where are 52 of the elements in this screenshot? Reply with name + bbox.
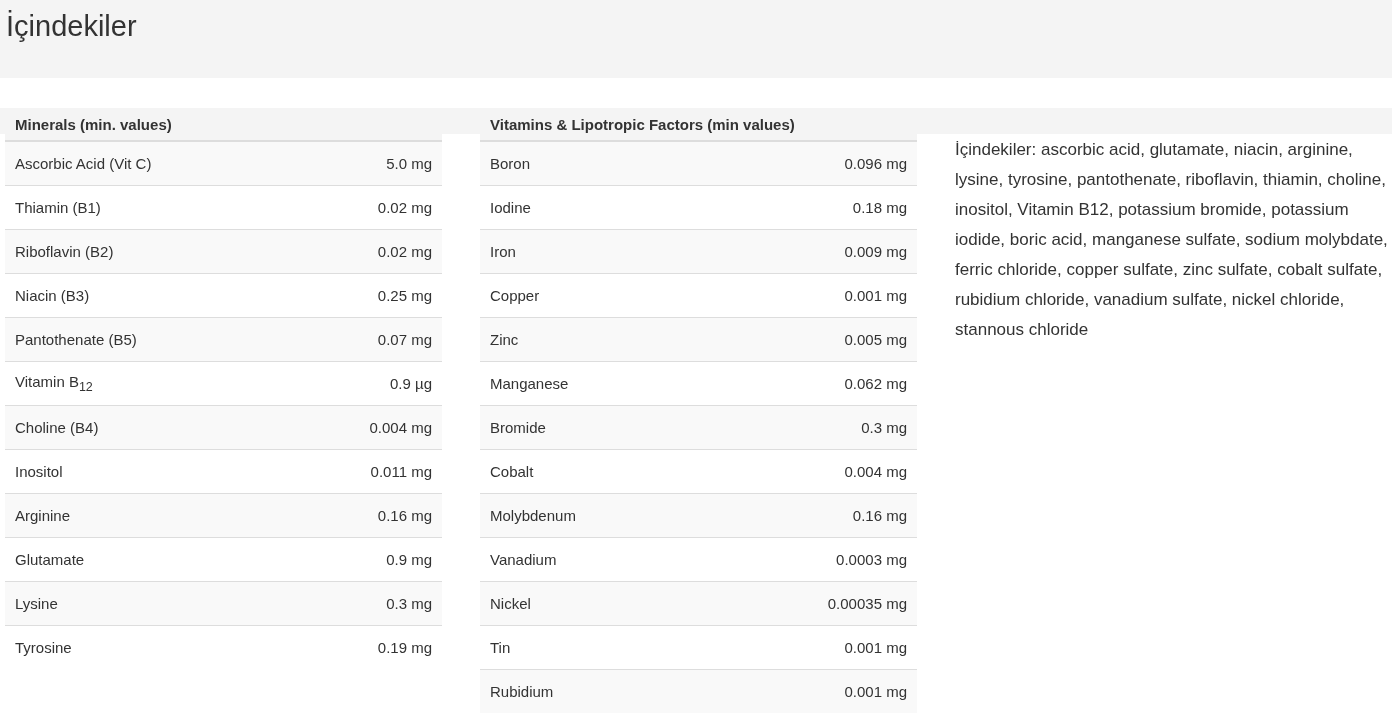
nutrient-amount: 0.009 mg	[705, 229, 917, 274]
nutrient-name: Rubidium	[480, 669, 706, 713]
nutrient-amount: 0.07 mg	[291, 317, 442, 362]
nutrient-name: Lysine	[5, 581, 292, 626]
nutrient-name: Choline (B4)	[5, 405, 292, 450]
nutrient-amount: 0.16 mg	[291, 493, 442, 538]
nutrient-name: Iron	[480, 229, 706, 274]
nutrient-amount: 0.19 mg	[291, 625, 442, 669]
nutrient-amount: 0.005 mg	[705, 317, 917, 362]
nutrient-name: Riboflavin (B2)	[5, 229, 292, 274]
nutrient-amount: 0.9 mg	[291, 537, 442, 582]
nutrient-amount: 0.001 mg	[705, 625, 917, 670]
nutrient-amount: 0.02 mg	[291, 229, 442, 274]
nutrient-name: Vanadium	[480, 537, 706, 582]
nutrient-name: Copper	[480, 273, 706, 318]
nutrient-name: Glutamate	[5, 537, 292, 582]
nutrient-name: Cobalt	[480, 449, 706, 494]
nutrient-amount: 0.02 mg	[291, 185, 442, 230]
nutrient-name: Vitamin B$_{12}$	[5, 361, 292, 406]
nutrient-name: Boron	[480, 141, 706, 186]
nutrient-name: Inositol	[5, 449, 292, 494]
nutrient-name: Ascorbic Acid (Vit C)	[5, 141, 292, 186]
ingredients-text: İçindekiler: ascorbic acid, glutamate, niacin, arginine, lysine, tyrosine, pantothenate, riboflavin, thiamin, choline, inositol, Vitamin B12, potassium bromide, potassium iodide, boric acid, manganese sulfate, sodium molybdate, ferric chloride, copper sulfate, zinc sulfate, cobalt sulfate, rubidium chloride, vanadium sulfate, nickel chloride, stannous chloride	[955, 139, 1389, 341]
nutrient-name: Arginine	[5, 493, 292, 538]
nutrient-amount: 0.00035 mg	[705, 581, 917, 626]
nutrient-amount: 0.062 mg	[705, 361, 917, 406]
nutrient-name: Thiamin (B1)	[5, 185, 292, 230]
nutrient-amount: 0.16 mg	[705, 493, 917, 538]
nutrient-amount: 0.18 mg	[705, 185, 917, 230]
page-title: İçindekiler	[6, 9, 138, 44]
nutrient-name: Tin	[480, 625, 706, 670]
nutrient-name: Molybdenum	[480, 493, 706, 538]
nutrient-amount: 0.3 mg	[705, 405, 917, 450]
nutrient-amount: 0.004 mg	[291, 405, 442, 450]
nutrient-name: Nickel	[480, 581, 706, 626]
nutrient-name: Niacin (B3)	[5, 273, 292, 318]
nutrient-amount: 0.011 mg	[291, 449, 442, 494]
nutrient-amount: 0.0003 mg	[705, 537, 917, 582]
nutrient-name: Iodine	[480, 185, 706, 230]
nutrient-amount: 0.9 µg	[291, 361, 442, 406]
nutrient-name: Tyrosine	[5, 625, 292, 669]
nutrient-name: Manganese	[480, 361, 706, 406]
nutrient-amount: 0.25 mg	[291, 273, 442, 318]
nutrient-amount: 0.001 mg	[705, 669, 917, 713]
nutrient-amount: 0.004 mg	[705, 449, 917, 494]
nutrient-amount: 0.3 mg	[291, 581, 442, 626]
nutrient-name: Pantothenate (B5)	[5, 317, 292, 362]
nutrient-name: Zinc	[480, 317, 706, 362]
nutrient-amount: 0.001 mg	[705, 273, 917, 318]
nutrient-amount: 5.0 mg	[291, 141, 442, 186]
nutrient-name: Bromide	[480, 405, 706, 450]
nutrient-amount: 0.096 mg	[705, 141, 917, 186]
